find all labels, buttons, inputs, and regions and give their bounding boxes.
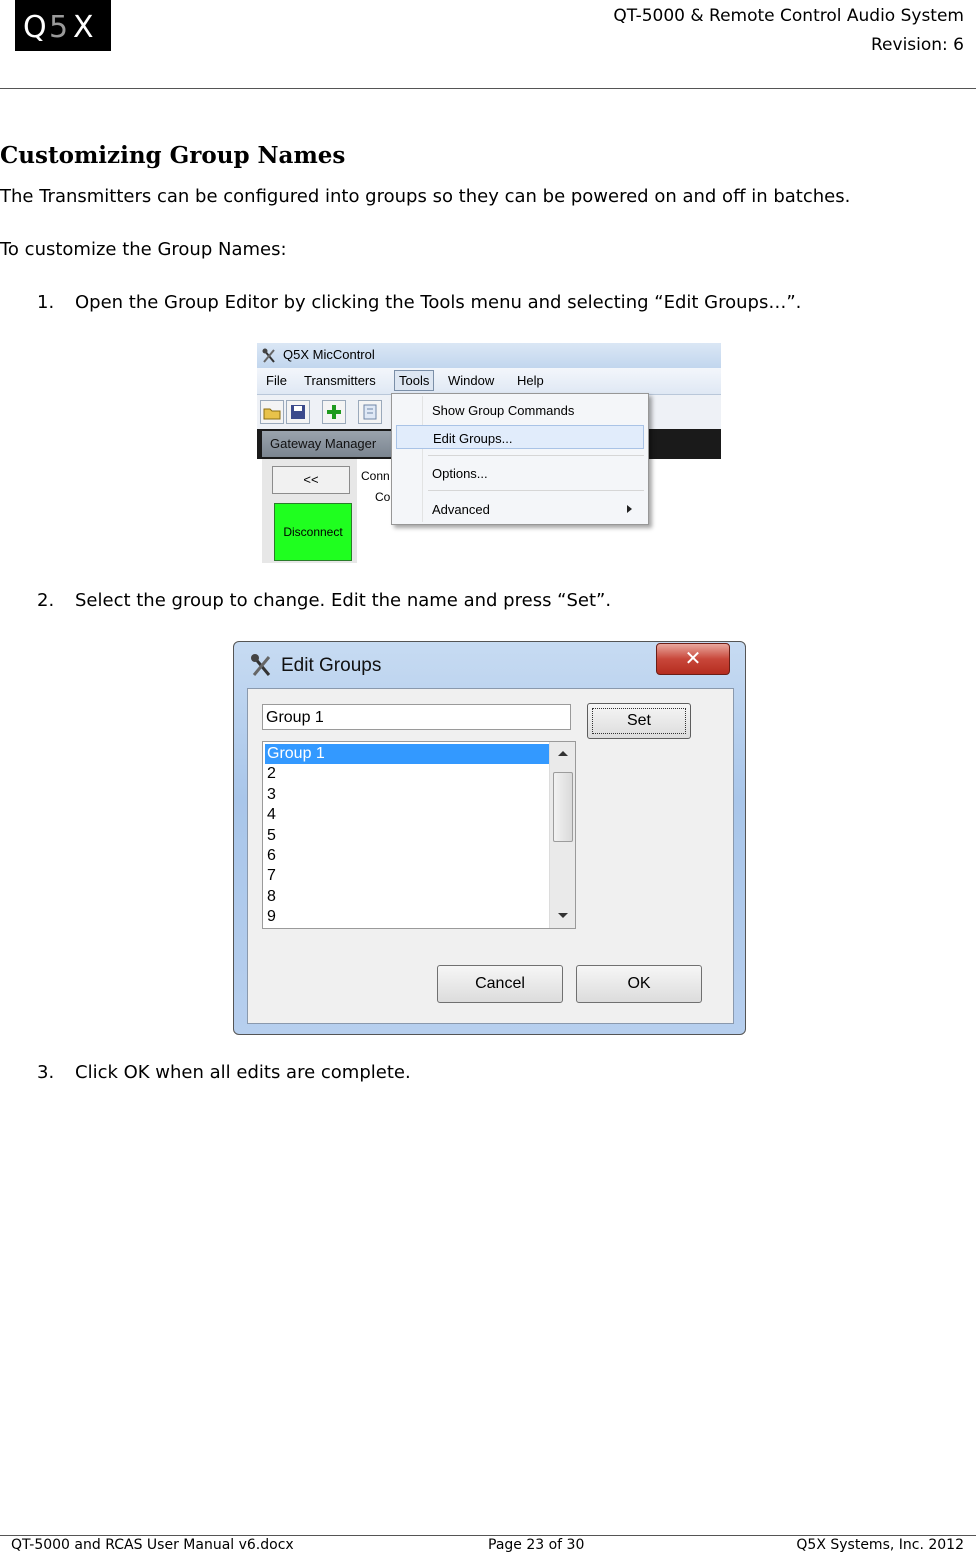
edit-groups-screenshot: Edit Groups ✕ Group 1 Set Group 1 2 3 4 … xyxy=(233,641,746,1035)
list-item[interactable]: 4 xyxy=(265,805,549,825)
list-item[interactable]: 2 xyxy=(265,764,549,784)
menu-tools[interactable]: Tools xyxy=(394,370,435,391)
group-name-input[interactable]: Group 1 xyxy=(262,704,571,730)
cancel-button[interactable]: Cancel xyxy=(437,965,563,1003)
connection-row-label: Co xyxy=(375,490,391,504)
menu-item-label: Advanced xyxy=(432,502,490,517)
footer-divider xyxy=(0,1535,976,1536)
menu-bar: File Transmitters Tools Window Help xyxy=(257,368,721,395)
close-icon[interactable]: ✕ xyxy=(656,643,730,675)
menu-item-label: Options... xyxy=(432,466,488,481)
svg-text:X: X xyxy=(73,10,94,45)
tools-dropdown-menu: Show Group Commands Edit Groups... Optio… xyxy=(391,393,649,525)
list-scrollbar[interactable] xyxy=(549,742,575,928)
step-3: 3. Click OK when all edits are complete. xyxy=(37,1062,411,1083)
menu-transmitters[interactable]: Transmitters xyxy=(304,373,376,388)
footer-page-number: Page 23 of 30 xyxy=(488,1537,585,1553)
window-title: Q5X MicControl xyxy=(283,347,375,362)
svg-text:Q: Q xyxy=(23,10,47,45)
step-text: Click OK when all edits are complete. xyxy=(75,1062,411,1083)
menu-file[interactable]: File xyxy=(266,373,287,388)
save-icon[interactable] xyxy=(286,400,310,424)
header-revision: Revision: 6 xyxy=(871,35,964,55)
scroll-down-icon[interactable] xyxy=(558,913,568,918)
menu-item-options[interactable]: Options... xyxy=(396,461,644,485)
step-number: 1. xyxy=(37,292,55,313)
dialog-title: Edit Groups xyxy=(281,655,382,676)
set-button-label: Set xyxy=(592,708,686,734)
menu-item-label: Edit Groups... xyxy=(433,431,513,446)
footer-company: Q5X Systems, Inc. 2012 xyxy=(796,1537,964,1553)
miccontrol-screenshot: Q5X MicControl File Transmitters Tools W… xyxy=(257,343,721,563)
list-item[interactable]: 3 xyxy=(265,785,549,805)
menu-item-advanced[interactable]: Advanced xyxy=(396,497,644,521)
scroll-thumb[interactable] xyxy=(553,772,573,842)
microphone-app-icon xyxy=(251,654,271,676)
step-1: 1. Open the Group Editor by clicking the … xyxy=(37,292,801,313)
menu-help[interactable]: Help xyxy=(517,373,544,388)
set-button[interactable]: Set xyxy=(587,703,691,739)
menu-window[interactable]: Window xyxy=(448,373,494,388)
q5x-logo: Q 5 X xyxy=(15,0,111,51)
menu-item-edit-groups[interactable]: Edit Groups... xyxy=(396,425,644,449)
lead-paragraph: To customize the Group Names: xyxy=(0,239,287,260)
add-icon[interactable] xyxy=(322,400,346,424)
list-item[interactable]: 8 xyxy=(265,887,549,907)
header-divider xyxy=(0,88,976,89)
svg-text:5: 5 xyxy=(49,10,68,45)
properties-icon[interactable] xyxy=(358,400,382,424)
list-item[interactable]: 9 xyxy=(265,907,549,927)
menu-separator xyxy=(428,455,644,456)
intro-paragraph: The Transmitters can be configured into … xyxy=(0,186,851,207)
scroll-up-icon[interactable] xyxy=(558,751,568,756)
submenu-arrow-icon xyxy=(627,505,632,513)
disconnect-button[interactable]: Disconnect xyxy=(274,503,352,561)
open-folder-icon[interactable] xyxy=(260,400,284,424)
footer-filename: QT-5000 and RCAS User Manual v6.docx xyxy=(11,1537,294,1553)
connection-column-header: Conn xyxy=(361,469,390,483)
list-item[interactable]: 7 xyxy=(265,866,549,886)
header-title: QT-5000 & Remote Control Audio System xyxy=(613,6,964,26)
ok-button[interactable]: OK xyxy=(576,965,702,1003)
document-header: QT-5000 & Remote Control Audio System Re… xyxy=(613,2,964,60)
step-text: Open the Group Editor by clicking the To… xyxy=(75,292,802,313)
gateway-manager-tab[interactable]: Gateway Manager xyxy=(262,431,395,457)
list-item[interactable]: 6 xyxy=(265,846,549,866)
back-button[interactable]: << xyxy=(272,466,350,494)
section-heading: Customizing Group Names xyxy=(0,142,346,169)
microphone-app-icon xyxy=(262,348,275,363)
menu-item-show-group-commands[interactable]: Show Group Commands xyxy=(396,398,644,422)
menu-item-label: Show Group Commands xyxy=(432,403,575,418)
window-titlebar: Q5X MicControl xyxy=(257,343,721,368)
list-item[interactable]: Group 1 xyxy=(265,744,549,764)
step-2: 2. Select the group to change. Edit the n… xyxy=(37,590,611,611)
list-item[interactable]: 5 xyxy=(265,826,549,846)
menu-separator xyxy=(428,490,644,491)
step-text: Select the group to change. Edit the nam… xyxy=(75,590,612,611)
step-number: 2. xyxy=(37,590,55,611)
groups-listbox[interactable]: Group 1 2 3 4 5 6 7 8 9 xyxy=(262,741,576,929)
step-number: 3. xyxy=(37,1062,55,1083)
